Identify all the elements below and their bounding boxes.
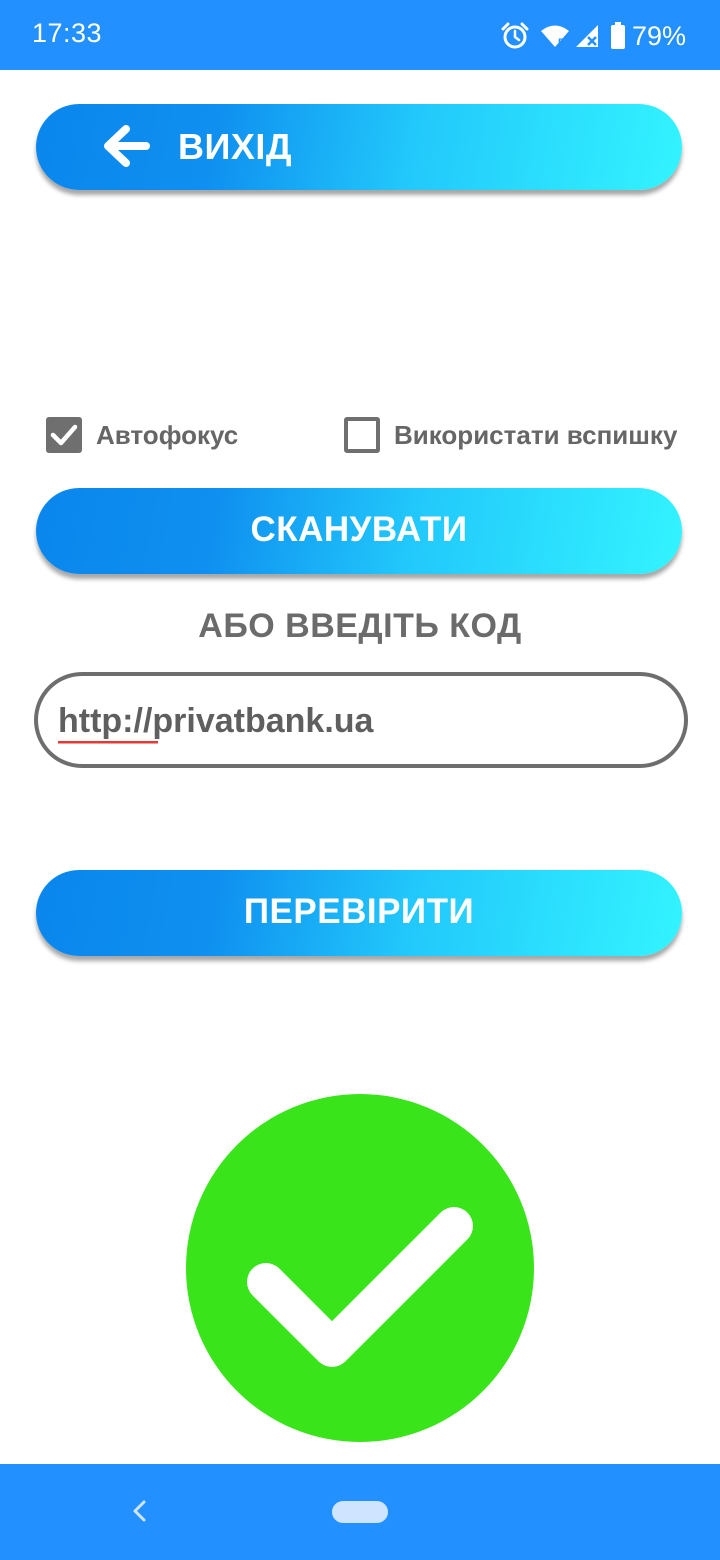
alarm-icon [500, 21, 530, 51]
navigation-bar [0, 1464, 720, 1560]
spellcheck-underline [58, 741, 158, 744]
autofocus-checkbox[interactable]: Автофокус [46, 417, 238, 453]
autofocus-label: Автофокус [96, 419, 239, 450]
signal-icon [574, 23, 600, 49]
flash-label: Використати вспишку [394, 419, 678, 450]
arrow-left-icon [102, 125, 150, 172]
code-input[interactable]: http://privatbank.ua [34, 672, 688, 768]
status-bar: 17:33 5 79% [0, 0, 720, 70]
success-check-icon [186, 1094, 534, 1442]
back-icon[interactable] [128, 1496, 150, 1531]
status-time: 17:33 [32, 18, 103, 48]
wifi-icon: 5 [540, 23, 570, 49]
check-button-label: ПЕРЕВІРИТИ [243, 892, 475, 931]
scan-button[interactable]: СКАНУВАТИ [36, 488, 682, 574]
or-enter-code-label: АБО ВВЕДІТЬ КОД [198, 607, 522, 645]
battery-percent: 79% [631, 20, 686, 51]
checkbox-unchecked-icon [344, 417, 380, 453]
checkbox-checked-icon [46, 417, 82, 453]
check-button[interactable]: ПЕРЕВІРИТИ [36, 870, 682, 956]
svg-text:5: 5 [558, 37, 564, 49]
battery-icon [610, 22, 626, 50]
exit-button-label: ВИХІД [178, 126, 293, 167]
status-icons: 5 79% [500, 16, 686, 56]
exit-button[interactable]: ВИХІД [36, 104, 682, 190]
flash-checkbox[interactable]: Використати вспишку [344, 417, 677, 453]
home-pill[interactable] [332, 1501, 388, 1523]
scan-button-label: СКАНУВАТИ [250, 510, 468, 549]
code-input-value: http://privatbank.ua [58, 702, 374, 740]
